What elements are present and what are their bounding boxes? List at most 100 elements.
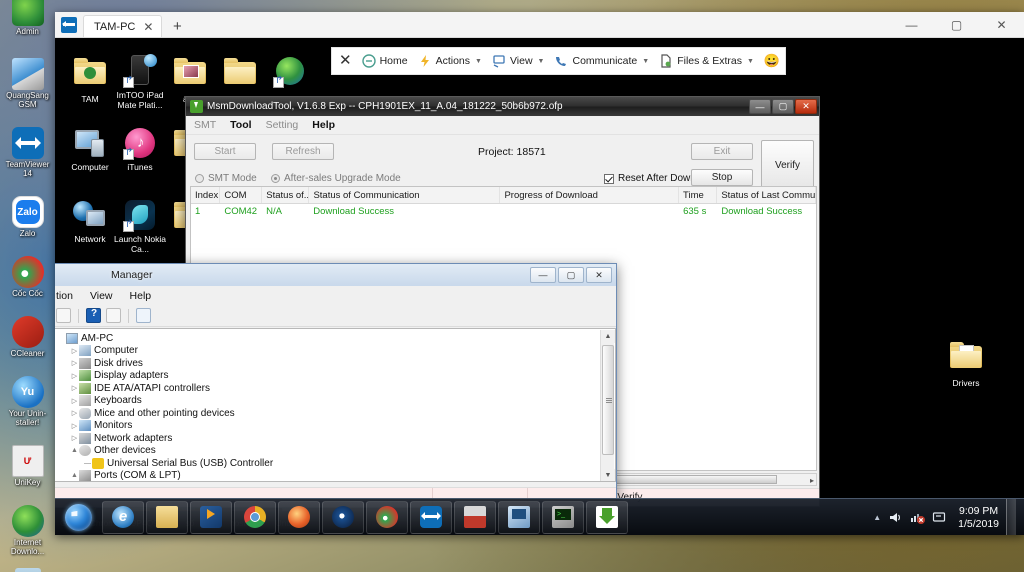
local-icon-recycle-bin[interactable] — [0, 568, 55, 572]
menu-smt[interactable]: SMT — [194, 119, 216, 131]
minimize-button[interactable]: — — [749, 99, 771, 114]
taskbar-toolbox-app[interactable] — [454, 500, 496, 534]
local-icon-unikey[interactable]: Ư UniKey — [0, 445, 55, 487]
taskbar-msm-download-tool[interactable] — [586, 500, 628, 534]
msm-title-bar[interactable]: MsmDownloadTool, V1.6.8 Exp -- CPH1901EX… — [186, 97, 819, 116]
menu-view[interactable]: View — [90, 290, 113, 302]
taskbar-coccoc-browser[interactable] — [322, 500, 364, 534]
close-button[interactable]: ✕ — [795, 99, 817, 114]
col-index[interactable]: Index — [191, 187, 221, 203]
tab-tam-pc[interactable]: TAM-PC ✕ — [83, 15, 163, 37]
local-icon-zalo[interactable]: Zalo Zalo — [0, 196, 55, 238]
expander-icon[interactable]: ▷ — [70, 372, 79, 380]
help-icon[interactable] — [86, 308, 101, 323]
taskbar-teamviewer[interactable] — [410, 500, 452, 534]
close-icon[interactable]: ✕ — [143, 20, 153, 34]
start-button[interactable]: Start — [194, 143, 256, 160]
expander-icon[interactable]: ▷ — [70, 434, 79, 442]
device-manager-title-bar[interactable]: Manager — ▢ ✕ — [55, 264, 616, 286]
toolbar-files-extras-button[interactable]: Files & Extras ▼ — [659, 54, 754, 68]
expander-icon[interactable]: ▷ — [70, 409, 79, 417]
tree-node-monitors[interactable]: ▷ Monitors — [57, 420, 615, 433]
show-hidden-icons-button[interactable]: ▲ — [873, 513, 881, 522]
tree-node-other-devices[interactable]: ▲ Other devices — [57, 445, 615, 458]
clock[interactable]: 9:09 PM 1/5/2019 — [954, 505, 999, 531]
properties-icon[interactable] — [56, 308, 71, 323]
menu-help[interactable]: Help — [312, 119, 335, 131]
col-com[interactable]: COM — [220, 187, 263, 203]
expander-icon[interactable]: ▷ — [70, 384, 79, 392]
taskbar-windows-explorer[interactable] — [146, 500, 188, 534]
minimize-button[interactable]: — — [889, 12, 934, 38]
taskbar-device-manager[interactable] — [498, 500, 540, 534]
toolbar-smiley-button[interactable]: 😀 — [764, 54, 780, 68]
local-icon-ccleaner[interactable]: CCleaner — [0, 316, 55, 358]
maximize-button[interactable]: ▢ — [558, 267, 584, 283]
tree-node-am-pc[interactable]: AM-PC — [57, 332, 615, 345]
remote-screen[interactable]: TAM ImTOO iPad Mate Plati... ảnh — [55, 38, 1024, 535]
stop-button[interactable]: Stop — [691, 169, 753, 186]
col-status-of-communication[interactable]: Status of Communication — [309, 187, 501, 203]
close-button[interactable]: ✕ — [979, 12, 1024, 38]
toolbar-actions-button[interactable]: Actions ▼ — [418, 54, 482, 68]
tree-node-ports[interactable]: ▲ Ports (COM & LPT) — [57, 470, 615, 481]
toolbar-view-button[interactable]: View ▼ — [492, 54, 544, 68]
scrollbar-thumb[interactable] — [602, 345, 614, 455]
tree-node-ide-controllers[interactable]: ▷ IDE ATA/ATAPI controllers — [57, 382, 615, 395]
col-progress-of-download[interactable]: Progress of Download — [500, 187, 680, 203]
verify-button[interactable]: Verify — [761, 140, 814, 190]
action-center-icon[interactable] — [932, 510, 947, 525]
smt-mode-radio[interactable]: SMT Mode — [195, 173, 257, 184]
local-icon-coccoc[interactable]: Cốc Cốc — [0, 256, 55, 298]
tree-node-keyboards[interactable]: ▷ Keyboards — [57, 395, 615, 408]
tree-node-disk-drives[interactable]: ▷ Disk drives — [57, 357, 615, 370]
chevron-right-icon[interactable]: ▸ — [810, 476, 814, 485]
expander-icon[interactable]: ▷ — [70, 347, 79, 355]
tree-node-mice[interactable]: ▷ Mice and other pointing devices — [57, 407, 615, 420]
expander-icon[interactable]: ▷ — [70, 359, 79, 367]
remote-icon-idm[interactable] — [259, 54, 321, 90]
taskbar-firefox[interactable] — [278, 500, 320, 534]
after-sales-mode-radio[interactable]: After-sales Upgrade Mode — [271, 173, 401, 184]
expander-icon[interactable]: ▷ — [70, 397, 79, 405]
menu-help[interactable]: Help — [130, 290, 152, 302]
new-tab-button[interactable]: + — [166, 15, 188, 37]
scan-hardware-icon[interactable] — [136, 308, 151, 323]
tree-node-display-adapters[interactable]: ▷ Display adapters — [57, 370, 615, 383]
maximize-button[interactable]: ▢ — [772, 99, 794, 114]
refresh-button[interactable]: Refresh — [272, 143, 334, 160]
remote-icon-drivers[interactable]: Drivers — [935, 338, 997, 388]
expander-icon[interactable]: ▲ — [70, 472, 79, 479]
expander-icon[interactable]: ▲ — [70, 447, 79, 454]
start-button[interactable] — [55, 500, 101, 535]
toolbar-close-session-button[interactable]: ✕ — [339, 53, 352, 68]
tree-node-computer[interactable]: ▷ Computer — [57, 345, 615, 358]
menu-tool[interactable]: Tool — [230, 119, 251, 131]
update-driver-icon[interactable] — [106, 308, 121, 323]
show-desktop-button[interactable] — [1006, 499, 1016, 535]
toolbar-communicate-button[interactable]: Communicate ▼ — [554, 54, 649, 68]
tree-node-network-adapters[interactable]: ▷ Network adapters — [57, 432, 615, 445]
volume-icon[interactable] — [888, 510, 903, 525]
toolbar-home-button[interactable]: Home — [361, 54, 408, 68]
col-time[interactable]: Time — [679, 187, 718, 203]
col-status-of[interactable]: Status of... — [262, 187, 310, 203]
tree-node-usb-controller[interactable]: — Universal Serial Bus (USB) Controller — [57, 457, 615, 470]
maximize-button[interactable]: ▢ — [934, 12, 979, 38]
taskbar-google-chrome[interactable] — [234, 500, 276, 534]
minimize-button[interactable]: — — [530, 267, 556, 283]
menu-action[interactable]: tion — [56, 290, 73, 302]
close-button[interactable]: ✕ — [586, 267, 612, 283]
expander-icon[interactable]: ▷ — [70, 422, 79, 430]
network-error-icon[interactable] — [910, 510, 926, 525]
table-row[interactable]: 1 COM42 N/A Download Success 635 s Downl… — [191, 204, 816, 219]
taskbar-console-window[interactable]: >_ — [542, 500, 584, 534]
vertical-scrollbar[interactable]: ▲ ▼ — [600, 330, 615, 481]
device-tree-panel[interactable]: AM-PC ▷ Computer ▷ Disk drives ▷ Display… — [55, 328, 616, 482]
local-icon-your-uninstaller[interactable]: Yu Your Unin-staller! — [0, 376, 55, 427]
local-icon-internet-download-manager[interactable]: Internet Downlo... — [0, 505, 55, 556]
taskbar-media-player[interactable] — [190, 500, 232, 534]
local-icon-teamviewer[interactable]: TeamViewer 14 — [0, 127, 55, 178]
menu-setting[interactable]: Setting — [266, 119, 299, 131]
chevron-up-icon[interactable]: ▲ — [601, 330, 615, 343]
